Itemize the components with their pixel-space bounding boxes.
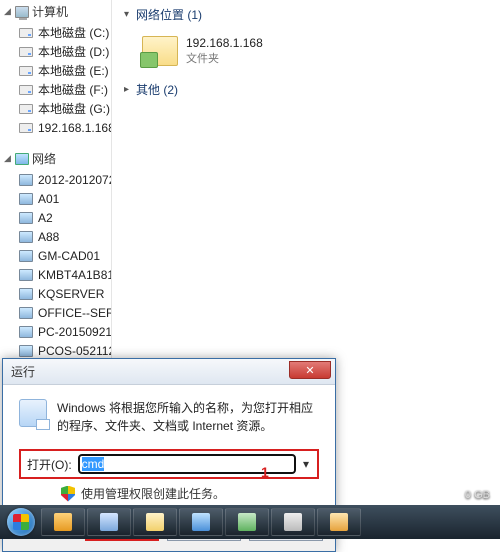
explorer-icon <box>146 513 164 531</box>
tree-node-drive[interactable]: 本地磁盘 (F:) <box>0 80 111 99</box>
close-icon: ✕ <box>305 364 314 377</box>
tree-node-network-location[interactable]: 192.168.1.168 <box>0 118 111 137</box>
item-name: 192.168.1.168 <box>186 36 263 50</box>
pc-icon <box>18 343 34 359</box>
tree-node-computer[interactable]: ◢ 计算机 <box>0 0 111 23</box>
expand-arrow-icon: ◢ <box>4 6 14 17</box>
tree-node-pc[interactable]: 2012-20120726WK <box>0 170 111 189</box>
tree-node-pc[interactable]: OFFICE--SERVER <box>0 303 111 322</box>
tree-node-pc[interactable]: PC-20150921YJUN <box>0 322 111 341</box>
app-icon <box>284 513 302 531</box>
pc-icon <box>18 267 34 283</box>
dialog-description: Windows 将根据您所输入的名称，为您打开相应的程序、文件夹、文档或 Int… <box>57 399 319 435</box>
app-icon <box>330 513 348 531</box>
drive-icon <box>18 101 34 117</box>
taskbar <box>0 505 500 539</box>
pc-icon <box>18 210 34 226</box>
item-type: 文件夹 <box>186 50 263 66</box>
network-icon <box>14 151 30 167</box>
dropdown-arrow-icon[interactable]: ▾ <box>299 457 313 471</box>
collapse-arrow-icon: ▾ <box>124 9 136 20</box>
open-label: 打开(O): <box>27 456 72 473</box>
pc-icon <box>18 248 34 264</box>
pc-icon <box>18 172 34 188</box>
windows-orb-icon <box>7 508 35 536</box>
taskbar-item[interactable] <box>271 508 315 536</box>
dialog-titlebar[interactable]: 运行 ✕ <box>3 359 335 385</box>
app-icon <box>192 513 210 531</box>
app-icon <box>54 513 72 531</box>
start-button[interactable] <box>2 505 40 539</box>
pc-icon <box>18 229 34 245</box>
drive-icon <box>18 82 34 98</box>
drive-icon <box>18 44 34 60</box>
tree-label: 计算机 <box>32 3 68 20</box>
network-drive-icon <box>18 120 34 136</box>
drive-icon <box>18 25 34 41</box>
taskbar-item[interactable] <box>317 508 361 536</box>
shield-icon <box>61 486 75 502</box>
taskbar-item[interactable] <box>41 508 85 536</box>
app-icon <box>100 513 118 531</box>
tree-node-drive[interactable]: 本地磁盘 (C:) <box>0 23 111 42</box>
taskbar-item[interactable] <box>225 508 269 536</box>
tree-node-network[interactable]: ◢ 网络 <box>0 147 111 170</box>
expand-arrow-icon: ◢ <box>4 153 14 164</box>
pc-icon <box>18 324 34 340</box>
tree-node-pc[interactable]: A2 <box>0 208 111 227</box>
dialog-title: 运行 <box>11 363 35 380</box>
tree-node-pc[interactable]: A01 <box>0 189 111 208</box>
list-item-network-folder[interactable]: 192.168.1.168 文件夹 <box>120 27 500 75</box>
annotation-box-1: 打开(O): ▾ <box>19 449 319 479</box>
run-dialog-icon <box>19 399 47 427</box>
taskbar-item[interactable] <box>179 508 223 536</box>
tree-node-pc[interactable]: A88 <box>0 227 111 246</box>
drive-icon <box>18 63 34 79</box>
shared-folder-icon <box>140 31 180 71</box>
computer-icon <box>14 4 30 20</box>
tree-label: 网络 <box>32 150 56 167</box>
tree-node-drive[interactable]: 本地磁盘 (G:) <box>0 99 111 118</box>
status-disk-size: 0 GB <box>465 489 490 501</box>
group-header-network-location[interactable]: ▾ 网络位置 (1) <box>120 4 500 27</box>
pc-icon <box>18 191 34 207</box>
tree-node-pc[interactable]: KQSERVER <box>0 284 111 303</box>
close-button[interactable]: ✕ <box>289 361 331 379</box>
taskbar-item[interactable] <box>133 508 177 536</box>
annotation-number-1: 1 <box>261 464 269 480</box>
group-header-other[interactable]: ▸ 其他 (2) <box>120 75 500 98</box>
tree-node-pc[interactable]: GM-CAD01 <box>0 246 111 265</box>
pc-icon <box>18 305 34 321</box>
admin-privilege-text: 使用管理权限创建此任务。 <box>81 485 225 502</box>
taskbar-item[interactable] <box>87 508 131 536</box>
tree-node-drive[interactable]: 本地磁盘 (E:) <box>0 61 111 80</box>
expand-arrow-icon: ▸ <box>124 84 136 95</box>
tree-node-pc[interactable]: KMBT4A1B81 <box>0 265 111 284</box>
app-icon <box>238 513 256 531</box>
tree-node-drive[interactable]: 本地磁盘 (D:) <box>0 42 111 61</box>
pc-icon <box>18 286 34 302</box>
